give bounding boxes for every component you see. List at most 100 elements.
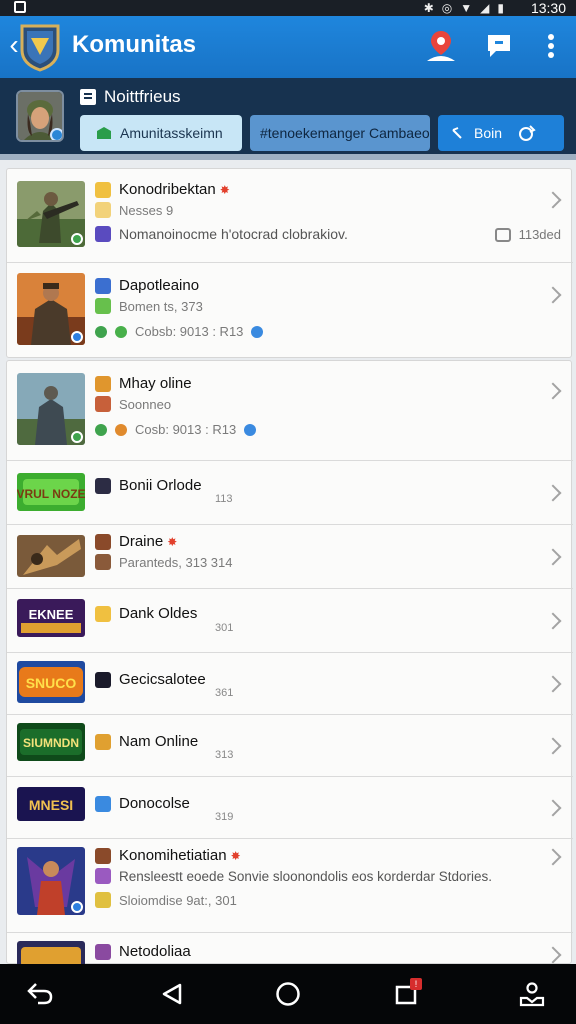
home-button[interactable] <box>272 978 304 1010</box>
list-item[interactable]: Konomihetiatian ✸ Rensleestt eoede Sonvi… <box>7 839 573 933</box>
chip-tag[interactable]: #tenoekemanger Cambaeo <box>250 115 430 151</box>
game-thumbnail <box>17 535 85 577</box>
chip-join[interactable]: Boin <box>438 115 564 151</box>
game-icon <box>95 847 111 864</box>
chat-icon <box>488 35 510 57</box>
game-thumbnail: MNESI <box>17 787 85 821</box>
post-count: 113ded <box>494 227 561 242</box>
item-text: Konomihetiatian ✸ Rensleestt eoede Sonvi… <box>95 847 543 908</box>
triangle-back-button[interactable] <box>156 978 188 1010</box>
online-dot-icon <box>115 325 127 338</box>
game-thumbnail: SNUCO <box>17 661 85 703</box>
avatar[interactable] <box>16 90 64 142</box>
game-thumbnail <box>17 373 85 445</box>
battery-icon: ▮ <box>497 1 504 15</box>
list-item[interactable]: SIUMNDN Nam Online 313 <box>7 715 573 777</box>
wifi-icon: ▼ <box>460 1 473 15</box>
list-item[interactable]: EKNEE Dank Oldes 301 <box>7 589 573 653</box>
page-title: Komunitas <box>72 31 197 58</box>
chip-label: Amunitasskeimn <box>120 125 223 141</box>
header-title: Noittfrieus <box>104 87 181 106</box>
alarm-icon: ◎ <box>441 1 453 15</box>
item-text: Donocolse <box>95 795 533 812</box>
chevron-right-icon <box>544 484 562 502</box>
home-circle-icon <box>276 982 300 1006</box>
chat-button[interactable] <box>482 28 516 64</box>
chevron-right-icon <box>544 548 562 566</box>
profile-header: Noittfrieus Amunitasskeimn #tenoekemange… <box>0 78 576 160</box>
info-icon <box>95 226 111 242</box>
group-card: Mhay oline Soonneo Cosb: 9013 : R13 VRUL… <box>6 360 573 964</box>
item-desc: Rensleestt eoede Sonvie sloonondolis eos… <box>119 868 492 884</box>
hot-icon: ✸ <box>219 182 230 197</box>
item-name: Bonii Orlode <box>119 477 202 494</box>
system-icons: ✱ ◎ ▼ ◢ ▮ <box>424 0 504 16</box>
more-vert-icon <box>548 34 554 58</box>
community-icon <box>97 127 111 139</box>
game-icon <box>95 375 111 392</box>
item-count: 301 <box>215 622 234 634</box>
list-item[interactable]: Mhay oline Soonneo Cosb: 9013 : R13 <box>7 361 573 461</box>
location-icon <box>244 423 257 436</box>
list-item[interactable]: Konodribektan ✸ Nesses 9 Nomanoinocme h'… <box>7 169 573 263</box>
profile-button[interactable] <box>516 978 548 1010</box>
bluetooth-icon: ✱ <box>423 1 434 15</box>
pointer-icon <box>452 127 462 139</box>
list-item[interactable]: Dapotleaino Bomen ts, 373 Cobsb: 9013 : … <box>7 263 573 359</box>
members-icon <box>95 298 111 314</box>
item-meta: Cosb: 9013 : R13 <box>135 422 237 437</box>
inbox-icon <box>494 227 511 242</box>
item-text: Dapotleaino Bomen ts, 373 Cobsb: 9013 : … <box>95 277 533 339</box>
item-text: Netodoliaa <box>95 943 533 960</box>
chip-community[interactable]: Amunitasskeimn <box>80 115 242 151</box>
game-icon <box>95 605 111 622</box>
hot-icon: ✸ <box>230 848 241 863</box>
item-desc: Nomanoinocme h'otocrad clobrakiov. <box>119 226 348 242</box>
more-options-button[interactable] <box>534 28 568 64</box>
item-sub: Sloiomdise 9at:, 301 <box>119 892 237 908</box>
list-item[interactable]: Netodoliaa <box>7 933 573 964</box>
recents-button[interactable]: ! <box>390 978 422 1010</box>
chevron-right-icon <box>544 675 562 693</box>
online-badge <box>50 128 62 140</box>
chip-label: #tenoekemanger Cambaeo <box>260 125 430 141</box>
navigation-back-button[interactable] <box>24 978 56 1010</box>
notification-badge: ! <box>410 978 422 990</box>
game-thumbnail: SIUMNDN <box>17 723 85 761</box>
chevron-right-icon <box>544 848 562 866</box>
item-name: Konomihetiatian <box>119 847 227 864</box>
game-thumbnail: EKNEE <box>17 599 85 637</box>
members-icon <box>95 868 111 884</box>
location-pin-button[interactable] <box>424 28 458 64</box>
chevron-right-icon <box>544 946 562 964</box>
list-item[interactable]: Draine ✸ Paranteds, 313 314 <box>7 525 573 589</box>
chevron-right-icon <box>544 737 562 755</box>
item-text: Bonii Orlode <box>95 477 533 494</box>
item-text: Nam Online <box>95 733 533 750</box>
list-item[interactable]: VRUL NOZE Bonii Orlode 113 <box>7 461 573 525</box>
header-title-row: Noittfrieus <box>80 87 181 107</box>
thumbnail-text: SNUCO <box>26 675 77 691</box>
game-thumbnail: VRUL NOZE <box>17 473 85 511</box>
chevron-right-icon <box>544 799 562 817</box>
game-thumbnail <box>17 847 85 915</box>
game-icon <box>95 671 111 688</box>
chevron-right-icon <box>544 286 562 304</box>
community-list: Konodribektan ✸ Nesses 9 Nomanoinocme h'… <box>0 166 576 964</box>
list-item[interactable]: MNESI Donocolse 319 <box>7 777 573 839</box>
chevron-right-icon <box>544 191 562 209</box>
item-meta: Cobsb: 9013 : R13 <box>135 324 244 339</box>
chip-label: Boin <box>474 125 503 141</box>
chevron-right-icon <box>544 612 562 630</box>
game-icon <box>95 733 111 750</box>
chevron-right-icon <box>544 382 562 400</box>
members-icon <box>95 554 111 570</box>
game-icon <box>95 943 111 960</box>
notification-icon <box>14 1 26 13</box>
item-sub: Soonneo <box>119 396 172 412</box>
item-name: Draine <box>119 533 164 550</box>
members-icon <box>95 202 111 218</box>
list-item[interactable]: SNUCO Gecicsalotee 361 <box>7 653 573 715</box>
leaf-icon <box>95 423 107 436</box>
item-text: Konodribektan ✸ Nesses 9 Nomanoinocme h'… <box>95 181 533 242</box>
